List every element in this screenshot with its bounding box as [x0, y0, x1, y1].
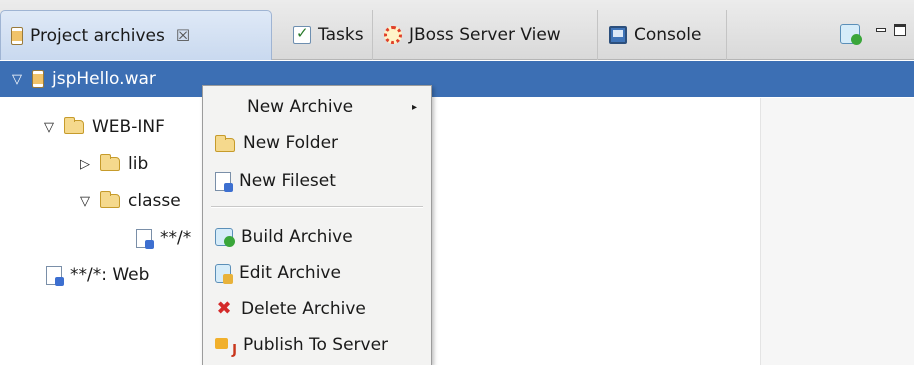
collapse-icon[interactable]: ▽ — [78, 194, 92, 209]
close-tab-icon[interactable]: ☒ — [176, 26, 190, 45]
console-icon — [609, 26, 627, 44]
tab-label: Tasks — [318, 25, 364, 45]
tree-item-label: jspHello.war — [52, 69, 156, 89]
menu-item-label: Edit Archive — [239, 263, 341, 283]
menu-item-label: New Fileset — [239, 171, 336, 191]
tree-item-classes-fileset[interactable]: **/* — [136, 220, 191, 256]
collapse-icon[interactable]: ▽ — [10, 72, 24, 87]
fileset-icon — [215, 171, 233, 192]
menu-item-label: Delete Archive — [241, 299, 366, 319]
tab-console[interactable]: Console — [601, 10, 727, 60]
tab-label: Console — [634, 25, 702, 45]
menu-item-publish-to-server[interactable]: Publish To Server — [203, 328, 431, 362]
menu-separator — [211, 206, 423, 208]
tab-label: Project archives — [30, 25, 165, 46]
fileset-icon — [136, 228, 154, 249]
tree-item-label: classe — [128, 191, 181, 211]
publish-icon — [215, 336, 237, 358]
jboss-icon — [384, 26, 402, 44]
build-archive-icon[interactable] — [840, 24, 862, 45]
archive-context-menu: New Archive ▸ New Folder New Fileset Bui… — [202, 85, 432, 365]
build-archive-icon — [215, 228, 235, 247]
collapse-icon[interactable]: ▽ — [42, 120, 56, 135]
tab-jboss-server-view[interactable]: JBoss Server View — [376, 10, 598, 60]
tree-item-lib[interactable]: ▷ lib — [78, 146, 148, 182]
tree-item-label: lib — [128, 154, 149, 174]
tree-item-web-fileset[interactable]: **/*: Web — [46, 257, 149, 293]
menu-item-delete-archive[interactable]: ✖ Delete Archive — [203, 292, 431, 326]
submenu-arrow-icon: ▸ — [411, 101, 417, 113]
folder-icon — [100, 154, 120, 171]
menu-item-new-fileset[interactable]: New Fileset — [203, 164, 431, 198]
tab-label: JBoss Server View — [409, 25, 561, 45]
empty-view-area — [760, 98, 914, 365]
folder-icon — [100, 191, 120, 208]
tab-project-archives[interactable]: Project archives ☒ — [0, 10, 272, 60]
menu-item-label: Build Archive — [241, 227, 353, 247]
menu-item-label: New Archive — [247, 97, 354, 117]
menu-item-label: New Folder — [243, 133, 339, 153]
menu-item-label: Publish To Server — [243, 335, 389, 355]
tree-item-label: WEB-INF — [92, 117, 165, 137]
folder-icon — [64, 117, 84, 134]
menu-item-build-archive[interactable]: Build Archive — [203, 220, 431, 254]
fileset-icon — [46, 265, 64, 286]
tab-tasks[interactable]: Tasks — [285, 10, 373, 60]
archive-icon — [32, 70, 44, 88]
view-tab-bar: Project archives ☒ Tasks JBoss Server Vi… — [0, 0, 914, 60]
menu-item-edit-archive[interactable]: Edit Archive — [203, 256, 431, 290]
tree-item-label: **/*: Web — [70, 265, 150, 285]
menu-item-new-folder[interactable]: New Folder — [203, 126, 431, 160]
tree-item-web-inf[interactable]: ▽ WEB-INF — [42, 109, 165, 145]
maximize-icon[interactable] — [894, 24, 906, 36]
tree-item-classes[interactable]: ▽ classe — [78, 183, 181, 219]
tree-item-label: **/* — [160, 228, 192, 248]
tasks-icon — [293, 24, 311, 44]
folder-icon — [215, 135, 235, 152]
expand-icon[interactable]: ▷ — [78, 157, 92, 172]
delete-icon: ✖ — [216, 298, 232, 319]
minimize-icon[interactable] — [876, 28, 886, 32]
edit-archive-icon — [215, 263, 233, 284]
archive-icon — [11, 26, 23, 45]
tree-item-jsphello-war[interactable]: ▽ jspHello.war — [0, 61, 914, 97]
menu-item-new-archive[interactable]: New Archive ▸ — [203, 90, 431, 124]
